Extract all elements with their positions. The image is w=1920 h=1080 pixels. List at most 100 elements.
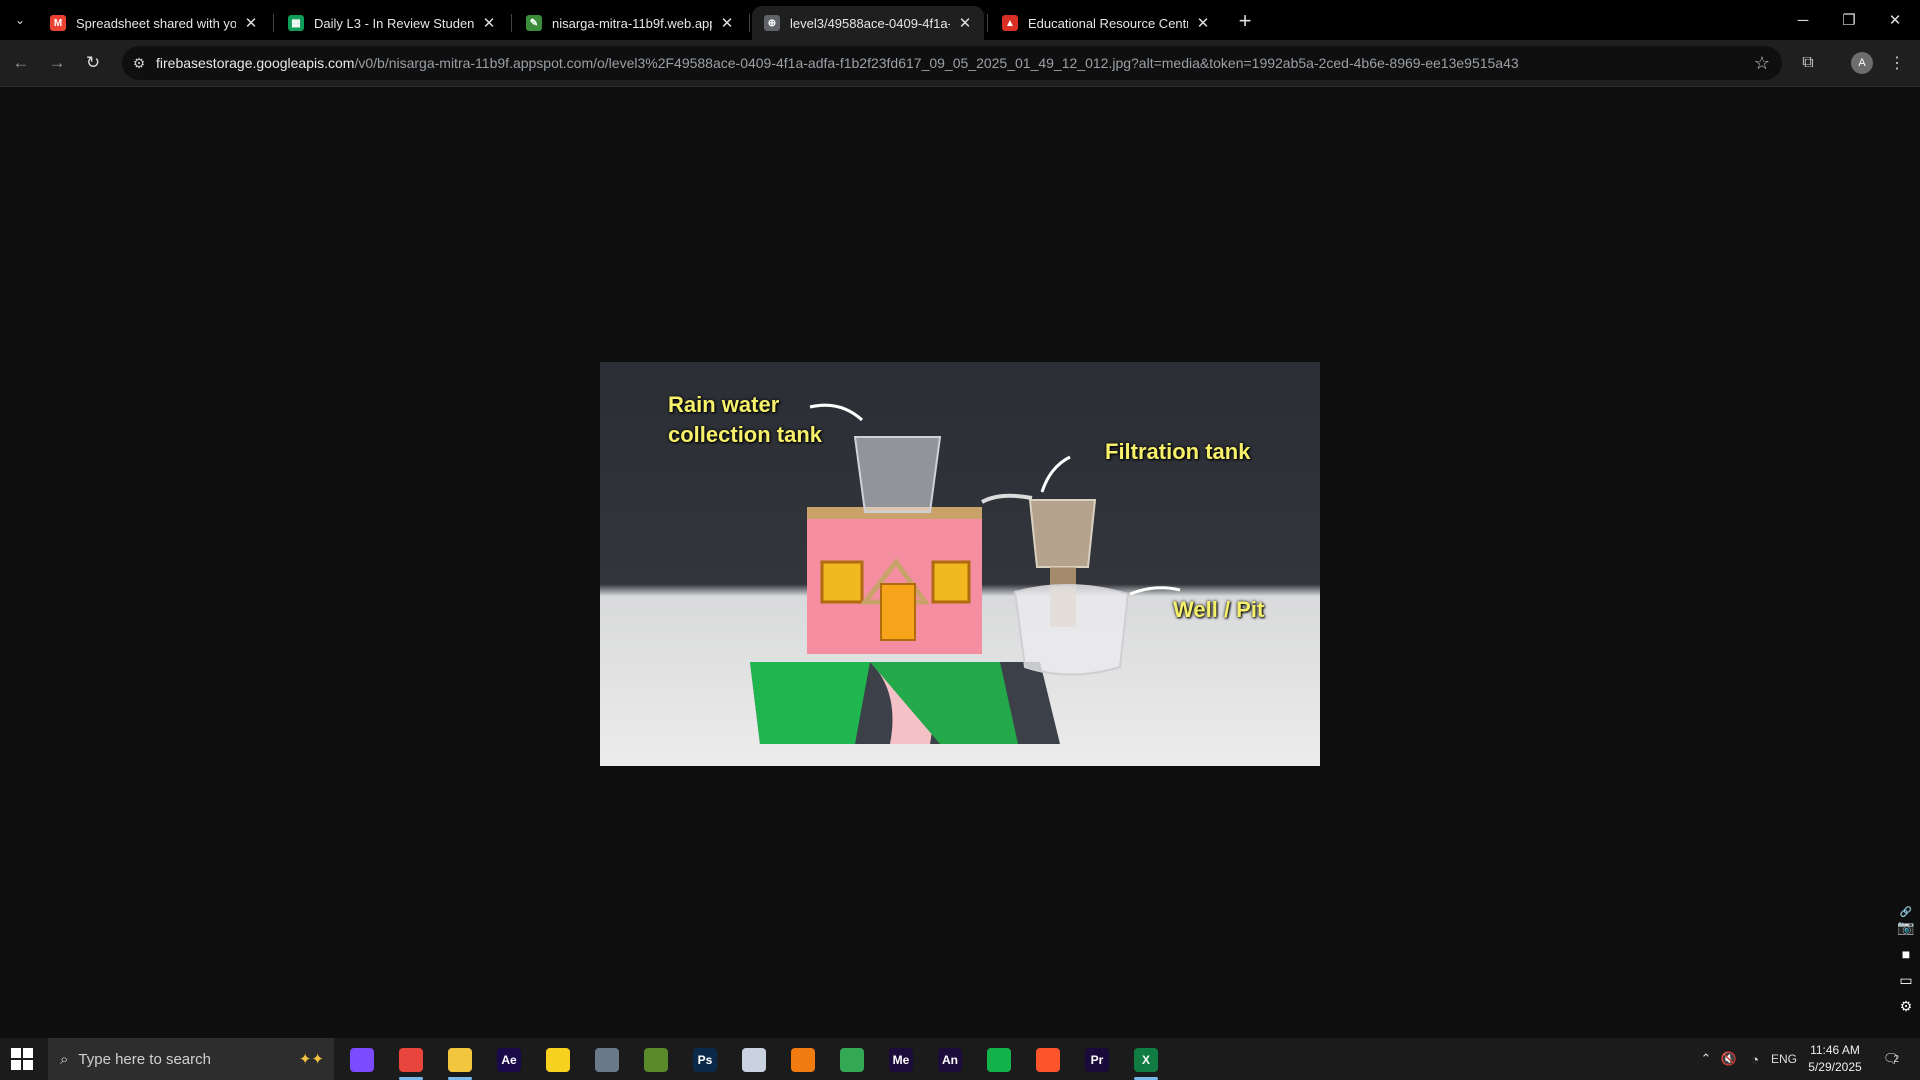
tab[interactable]: ▦ Daily L3 - In Review Students - ✕	[276, 6, 508, 40]
reload-button[interactable]: ↻	[80, 50, 106, 76]
pipe	[981, 493, 1033, 504]
taskbar-search[interactable]: ⌕ Type here to search ✦✦	[48, 1038, 334, 1080]
tab-separator	[511, 14, 512, 32]
chrome-alt-icon	[840, 1048, 864, 1072]
taskbar-app[interactable]: Me	[881, 1043, 921, 1077]
taskbar-app[interactable]	[636, 1043, 676, 1077]
tab-title: Daily L3 - In Review Students -	[314, 15, 474, 31]
front-door	[880, 583, 916, 641]
bookmark-star-icon[interactable]: ☆	[1754, 53, 1770, 74]
taskbar-app[interactable]	[783, 1043, 823, 1077]
taskbar-app[interactable]: Pr	[1077, 1043, 1117, 1077]
well-pit-container	[1013, 583, 1130, 676]
grass-area	[750, 662, 870, 744]
taskbar-app[interactable]	[734, 1043, 774, 1077]
extensions-puzzle-icon[interactable]: ⧉	[1795, 50, 1821, 76]
avatar[interactable]: A	[1851, 52, 1873, 74]
taskbar-app[interactable]	[538, 1043, 578, 1077]
arrow-filtration	[1040, 455, 1071, 493]
reload-icon: ↻	[85, 53, 101, 72]
tab-close-icon[interactable]: ✕	[718, 14, 736, 32]
left-window	[820, 560, 864, 604]
url-path: /v0/b/nisarga-mitra-11b9f.appspot.com/o/…	[354, 55, 1519, 71]
new-tab-button[interactable]: +	[1232, 8, 1258, 34]
forward-button[interactable]: →	[44, 50, 70, 76]
tab-close-icon[interactable]: ✕	[480, 14, 498, 32]
search-icon: ⌕	[60, 1050, 69, 1068]
tab-close-icon[interactable]: ✕	[956, 14, 974, 32]
arrow-right-icon: →	[48, 53, 66, 72]
minimize-icon: ─	[1797, 11, 1809, 29]
sparkle-icon: ✦✦	[298, 1051, 324, 1068]
phone-app-icon	[987, 1048, 1011, 1072]
site-leaf-icon: ✎	[526, 15, 542, 31]
notifications-button[interactable]: 🗨 2	[1876, 1038, 1906, 1080]
restore-icon: ❐	[1842, 12, 1856, 29]
taskbar-app[interactable]	[342, 1043, 382, 1077]
taskbar-app[interactable]: X	[1126, 1043, 1166, 1080]
label-well-pit: Well / Pit	[1173, 597, 1265, 622]
browser-toolbar: ← → ↻ ⚙ firebasestorage.googleapis.com/v…	[0, 40, 1920, 87]
taskbar-app[interactable]: Ps	[685, 1043, 725, 1077]
tab[interactable]: ⊕ level3/49588ace-0409-4f1a-adf ✕	[752, 6, 984, 40]
taskbar-app[interactable]	[440, 1043, 480, 1080]
camera-icon[interactable]: 📷	[1896, 917, 1916, 937]
erc-icon: ▲	[1002, 15, 1018, 31]
right-window	[931, 560, 971, 604]
rain-tank-cup	[853, 436, 942, 513]
settings-gear-icon[interactable]: ⚙	[1896, 996, 1916, 1016]
animate-icon: An	[938, 1048, 962, 1072]
address-bar[interactable]: ⚙ firebasestorage.googleapis.com/v0/b/ni…	[122, 46, 1782, 80]
site-info-icon[interactable]: ⚙	[122, 46, 156, 80]
excel-icon: X	[1134, 1048, 1158, 1072]
taskbar-app[interactable]	[832, 1043, 872, 1077]
taskbar-app[interactable]	[1028, 1043, 1068, 1077]
notification-count: 2	[1893, 1053, 1900, 1065]
tab[interactable]: ✎ nisarga-mitra-11b9f.web.app ✕	[514, 6, 746, 40]
tab-strip: ⌄ M Spreadsheet shared with you: " ✕ ▦ Daily…	[0, 0, 1920, 40]
video-icon[interactable]: ■	[1896, 944, 1916, 964]
label-filtration-tank: Filtration tank	[1105, 439, 1251, 464]
tab-separator	[749, 14, 750, 32]
sheets-icon: ▦	[288, 15, 304, 31]
windows-start-icon[interactable]	[10, 1047, 34, 1071]
app-garden-icon	[644, 1048, 668, 1072]
image-viewer: Rain water collection tank Filtration ta…	[0, 87, 1920, 1038]
taskbar-app[interactable]	[587, 1043, 627, 1077]
url-text[interactable]: firebasestorage.googleapis.com/v0/b/nisa…	[156, 55, 1519, 71]
clock-date: 5/29/2025	[1808, 1060, 1862, 1074]
network-icon[interactable]: ◔	[1744, 1038, 1766, 1080]
taskbar-app[interactable]: Ae	[489, 1043, 529, 1077]
search-placeholder: Type here to search	[78, 1050, 211, 1068]
taskbar-app[interactable]	[391, 1043, 431, 1080]
tab-close-icon[interactable]: ✕	[242, 14, 260, 32]
restore-button[interactable]: ❐	[1826, 0, 1872, 40]
tab[interactable]: ▲ Educational Resource Centre - S ✕	[990, 6, 1222, 40]
back-button[interactable]: ←	[8, 50, 34, 76]
close-window-button[interactable]: ✕	[1872, 0, 1918, 40]
tab[interactable]: M Spreadsheet shared with you: " ✕	[38, 6, 270, 40]
volume-muted-icon[interactable]: 🔇	[1718, 1038, 1740, 1080]
photo-rainwater-harvesting-model: Rain water collection tank Filtration ta…	[600, 362, 1320, 766]
search-app-icon	[791, 1048, 815, 1072]
label-rain-water-tank: Rain water collection tank	[668, 392, 823, 447]
taskbar-app[interactable]: An	[930, 1043, 970, 1077]
language-indicator[interactable]: ENG	[1770, 1038, 1798, 1080]
clock[interactable]: 11:46 AM 5/29/2025	[1800, 1042, 1870, 1076]
arrow-left-icon: ←	[12, 53, 30, 72]
app-globe-icon	[595, 1048, 619, 1072]
menu-kebab-icon[interactable]: ⋮	[1884, 50, 1910, 76]
clock-time: 11:46 AM	[1810, 1043, 1860, 1057]
chrome-icon	[399, 1048, 423, 1072]
after-effects-icon: Ae	[497, 1048, 521, 1072]
tab-title: nisarga-mitra-11b9f.web.app	[552, 15, 712, 31]
tab-search-button[interactable]: ⌄	[8, 8, 32, 32]
gmail-icon: M	[50, 15, 66, 31]
tab-close-icon[interactable]: ✕	[1194, 14, 1212, 32]
screens-icon[interactable]: ▭	[1896, 970, 1916, 990]
taskbar-app[interactable]	[979, 1043, 1019, 1077]
premiere-icon: Pr	[1085, 1048, 1109, 1072]
tab-separator	[273, 14, 274, 32]
tray-chevron-up-icon[interactable]: ⌃	[1696, 1038, 1716, 1080]
minimize-button[interactable]: ─	[1780, 0, 1826, 40]
